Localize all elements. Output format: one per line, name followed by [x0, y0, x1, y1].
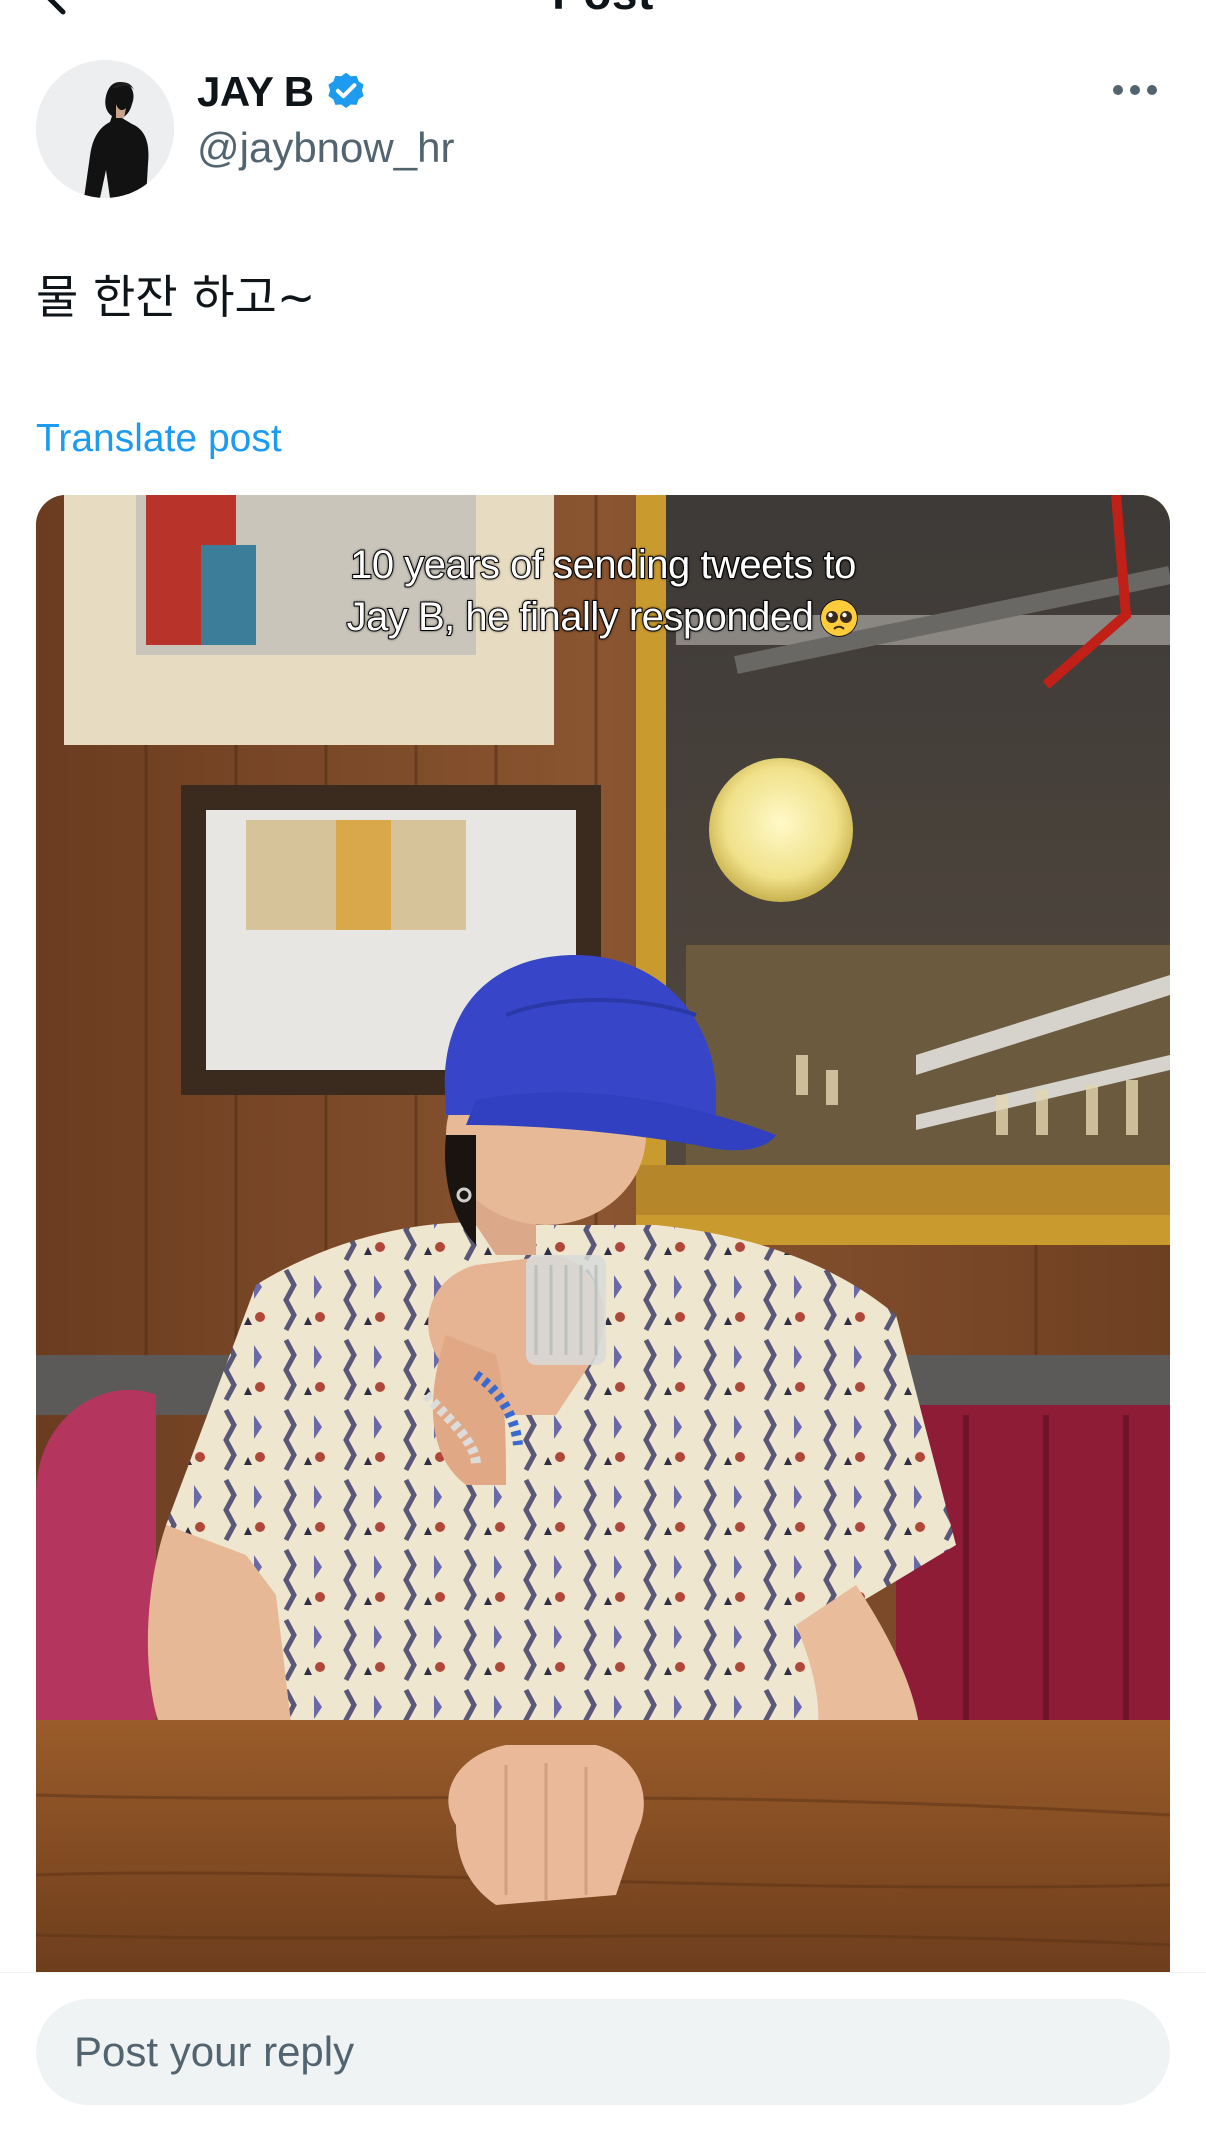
caption-line-2-row: Jay B, he finally responded — [36, 591, 1170, 643]
photo-caption: 10 years of sending tweets to Jay B, he … — [36, 539, 1170, 643]
caption-line-1: 10 years of sending tweets to — [349, 542, 857, 588]
translate-post-link[interactable]: Translate post — [36, 414, 282, 464]
author-name[interactable]: JAY B — [197, 66, 314, 118]
pleading-face-emoji-icon — [819, 598, 859, 638]
author-handle[interactable]: @jaybnow_hr — [197, 122, 454, 174]
caption-line-2: Jay B, he finally responded — [346, 594, 815, 640]
more-options-button[interactable] — [1100, 72, 1170, 112]
avatar[interactable] — [36, 60, 174, 198]
more-horizontal-icon — [1112, 83, 1158, 101]
post-text: 물 한잔 하고~ — [36, 270, 316, 324]
post-photo-illustration — [36, 495, 1170, 1975]
top-bar: Post — [0, 0, 1206, 30]
author-name-row: JAY B — [197, 66, 368, 118]
page-title: Post — [0, 0, 1206, 16]
verified-badge-icon[interactable] — [324, 70, 368, 114]
reply-bar — [0, 1972, 1206, 2145]
post-image[interactable]: 10 years of sending tweets to Jay B, he … — [36, 495, 1170, 1975]
reply-input[interactable] — [36, 1999, 1170, 2105]
